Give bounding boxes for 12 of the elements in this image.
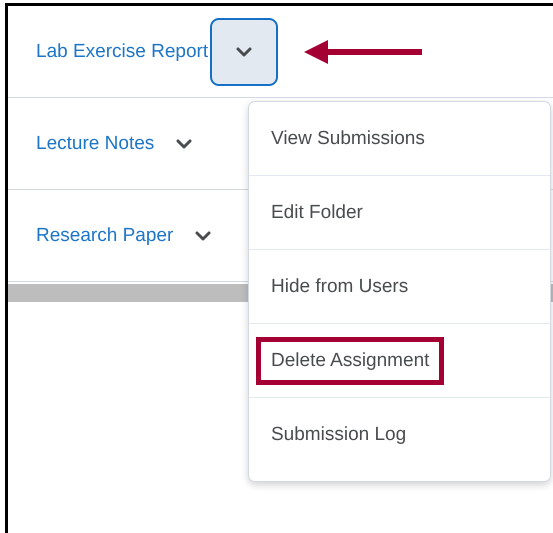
assignment-link[interactable]: Lab Exercise Report — [36, 40, 208, 62]
menu-item[interactable]: View Submissions — [256, 114, 440, 162]
menu-item[interactable]: Submission Log — [256, 410, 422, 458]
menu-item[interactable]: Edit Folder — [256, 188, 378, 236]
chevron-down-icon — [195, 230, 212, 240]
assignment-link[interactable]: Research Paper — [36, 224, 174, 246]
menu-item[interactable]: Hide from Users — [256, 262, 424, 310]
chevron-down-icon — [236, 46, 252, 56]
chevron-down-icon — [176, 138, 192, 148]
menu-item[interactable]: Delete Assignment — [256, 336, 444, 384]
assignment-link[interactable]: Lecture Notes — [36, 132, 154, 154]
options-dropdown-button[interactable] — [210, 18, 278, 86]
